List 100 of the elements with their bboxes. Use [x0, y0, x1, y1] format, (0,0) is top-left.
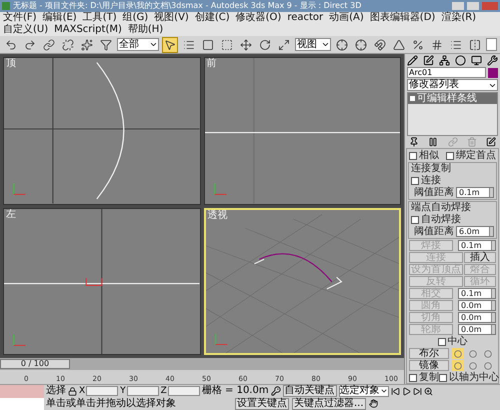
checkbox[interactable]: [446, 152, 454, 160]
key-filters-button[interactable]: 关键点过滤器...: [292, 398, 366, 410]
menu-item[interactable]: reactor: [287, 12, 324, 24]
modifier-list-dropdown[interactable]: 修改器列表: [407, 79, 498, 91]
toolbar-button[interactable]: [41, 36, 57, 52]
crosshair-icon: [355, 38, 367, 50]
status-prompt: 单击或单击并拖动以选择对象: [46, 398, 177, 409]
menu-item[interactable]: 动画(A): [329, 12, 364, 24]
command-button[interactable]: 布尔: [409, 348, 449, 359]
hierarchy-icon[interactable]: [439, 55, 450, 66]
stack-item-label: 可编辑样条线: [417, 93, 477, 104]
dropdown-value: 视图: [297, 40, 318, 50]
checkbox-label: 连接: [421, 175, 441, 186]
axis-tripod-icon: [214, 332, 228, 344]
coordinate-field[interactable]: [86, 386, 118, 396]
operation-icon[interactable]: [452, 360, 464, 371]
menu-item[interactable]: 视图(V): [154, 12, 189, 24]
key-icon[interactable]: [270, 386, 281, 396]
object-color-swatch[interactable]: [488, 68, 498, 78]
time-slider-thumb[interactable]: 0 / 100: [0, 359, 70, 369]
maxscript-listener-field[interactable]: [0, 385, 44, 398]
zoom-icon[interactable]: [424, 386, 433, 396]
spinner-value: 0.0m: [461, 314, 483, 322]
toolbar-button[interactable]: [334, 36, 350, 52]
spinner-value: 0.1m: [461, 242, 483, 250]
toolbar-button[interactable]: [353, 36, 369, 52]
pencil-icon[interactable]: [407, 55, 418, 66]
menu-item[interactable]: 组(G): [122, 12, 148, 24]
toolbar-button[interactable]: [372, 36, 388, 52]
operation-icon[interactable]: [482, 360, 494, 371]
menu-item[interactable]: 自定义(U): [3, 24, 48, 36]
menu-item[interactable]: 工具(T): [82, 12, 117, 24]
toolbar-button[interactable]: [60, 36, 76, 52]
checkbox[interactable]: [409, 374, 417, 382]
wrench-icon[interactable]: [487, 55, 498, 66]
skip-back-icon[interactable]: [390, 386, 400, 396]
maxscript-input-field[interactable]: [0, 398, 44, 410]
edit-icon[interactable]: [423, 55, 434, 66]
pointer-icon: [164, 38, 176, 50]
dashed-square-icon: [221, 38, 233, 50]
circle-icon[interactable]: [455, 55, 466, 66]
pause-icon[interactable]: [428, 137, 438, 147]
mirror-icon: [469, 38, 481, 50]
toolbar-button[interactable]: [238, 36, 254, 52]
toolbar-button[interactable]: [162, 36, 178, 52]
coordinate-field[interactable]: [168, 386, 200, 396]
object-name-field[interactable]: Arc01: [407, 67, 486, 78]
skip-forward-icon[interactable]: [412, 386, 422, 396]
menu-item[interactable]: 文件(F): [3, 12, 37, 24]
checkbox-label: 相似: [419, 150, 439, 161]
operation-icon[interactable]: [467, 360, 479, 371]
rotate-icon: [259, 38, 271, 50]
lock-icon[interactable]: [68, 386, 77, 396]
checkbox[interactable]: [409, 152, 417, 160]
command-button[interactable]: 插入: [464, 252, 496, 263]
spinner-field[interactable]: 6.0m: [456, 226, 494, 237]
stack-item[interactable]: 可编辑样条线: [408, 93, 497, 104]
spinner-field[interactable]: 0.1m: [456, 187, 494, 198]
percent-icon: [412, 38, 424, 50]
spinner-label: 阈值距离: [414, 226, 454, 237]
menu-item[interactable]: 帮助(H): [128, 24, 164, 36]
toolbar-button[interactable]: [467, 36, 483, 52]
triangle-icon: [393, 38, 405, 50]
coordinate-field[interactable]: [126, 386, 159, 396]
menu-item[interactable]: MAXScript(M): [54, 24, 122, 36]
caret-icon: [149, 40, 158, 49]
menu-item[interactable]: 渲染(R): [441, 12, 476, 24]
toolbar-button[interactable]: [79, 36, 95, 52]
menu-item[interactable]: 修改器(O): [236, 12, 282, 24]
monitor-icon[interactable]: [471, 55, 482, 66]
selection-filter-dropdown[interactable]: 全部: [117, 38, 159, 51]
operation-icon[interactable]: [482, 348, 494, 359]
edit-icon[interactable]: [486, 137, 496, 147]
checkbox[interactable]: [411, 216, 419, 224]
named-selection-field[interactable]: [486, 38, 497, 51]
set-key-button[interactable]: 设置关键点: [235, 398, 289, 410]
checkbox[interactable]: [411, 176, 419, 184]
operation-icon[interactable]: [452, 348, 464, 359]
key-mode-dropdown[interactable]: 选定对象: [338, 386, 389, 397]
spinner-value: 0.0m: [461, 326, 483, 334]
hand-icon[interactable]: [368, 399, 378, 408]
pin-icon[interactable]: [409, 137, 419, 147]
operation-icon[interactable]: [467, 348, 479, 359]
checkbox-label: 自动焊接: [421, 214, 461, 225]
command-button[interactable]: 镜像: [409, 360, 449, 371]
coordinate-dropdown[interactable]: 视图: [295, 38, 331, 51]
checkbox[interactable]: [438, 338, 446, 346]
link-icon: [43, 38, 55, 50]
play-icon[interactable]: [402, 386, 411, 396]
group-title: 端点自动焊接: [411, 202, 472, 213]
dropdown-value: 选定对象: [340, 386, 380, 396]
checkbox[interactable]: [439, 374, 447, 382]
auto-key-button[interactable]: 自动关键点: [282, 385, 337, 398]
menu-item[interactable]: 编辑(E): [42, 12, 77, 24]
viewport-label[interactable]: 顶: [6, 59, 16, 69]
menu-item[interactable]: 创建(C): [194, 12, 230, 24]
menu-item[interactable]: 图表编辑器(D): [370, 12, 436, 24]
viewport[interactable]: 顶: [3, 57, 200, 204]
window-title: 无标题 - 项目文件夹: D:\用户目录\我的文档\3dsmax - Autodesk 3ds Max 9 - 显示 : Direct 3D: [13, 2, 362, 10]
sparkle-icon: [81, 38, 93, 50]
